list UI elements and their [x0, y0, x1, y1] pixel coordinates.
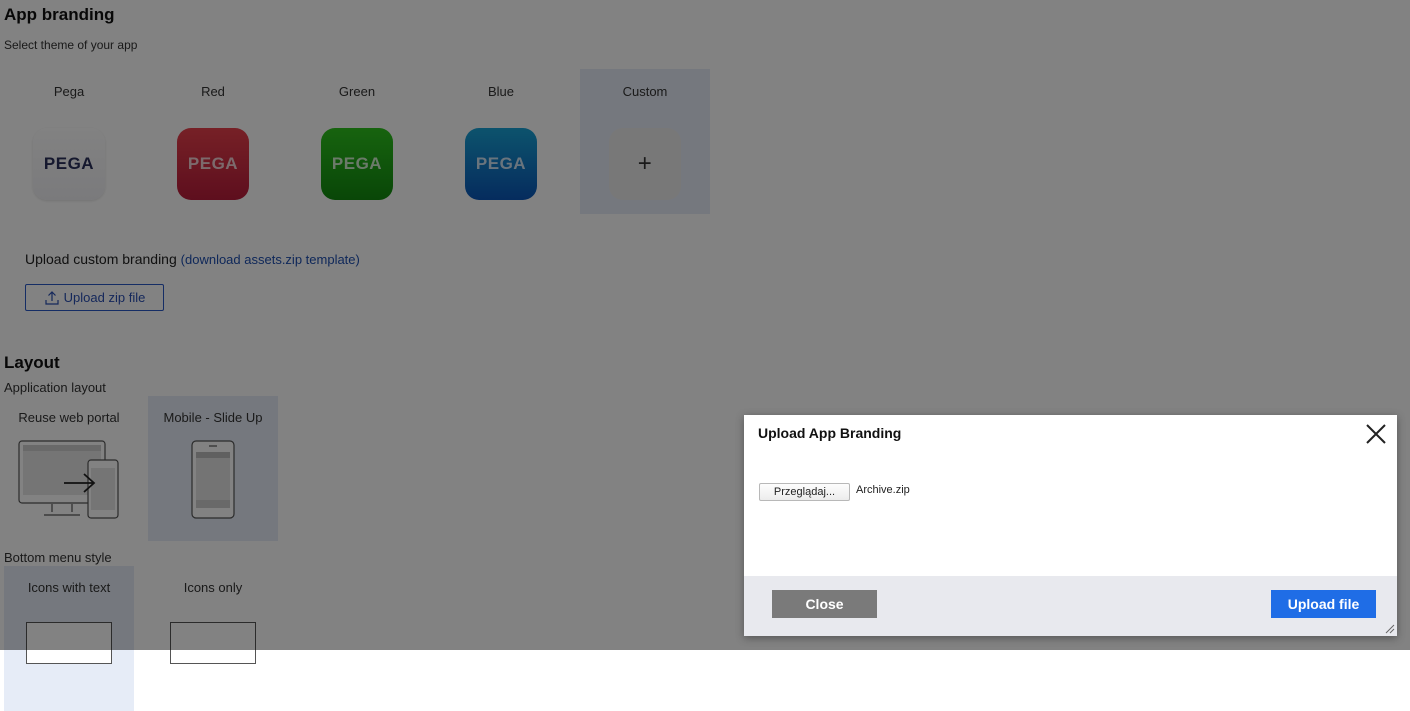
close-button[interactable]: Close: [772, 590, 877, 618]
close-icon[interactable]: [1365, 423, 1387, 445]
resize-handle-icon[interactable]: [1385, 624, 1395, 634]
upload-app-branding-dialog: Upload App Branding Przeglądaj... Archiv…: [744, 415, 1397, 636]
selected-file-name: Archive.zip: [856, 484, 910, 496]
dialog-title: Upload App Branding: [758, 425, 902, 441]
browse-file-button[interactable]: Przeglądaj...: [759, 483, 850, 501]
upload-file-button[interactable]: Upload file: [1271, 590, 1376, 618]
dialog-footer: Close Upload file: [744, 576, 1397, 636]
